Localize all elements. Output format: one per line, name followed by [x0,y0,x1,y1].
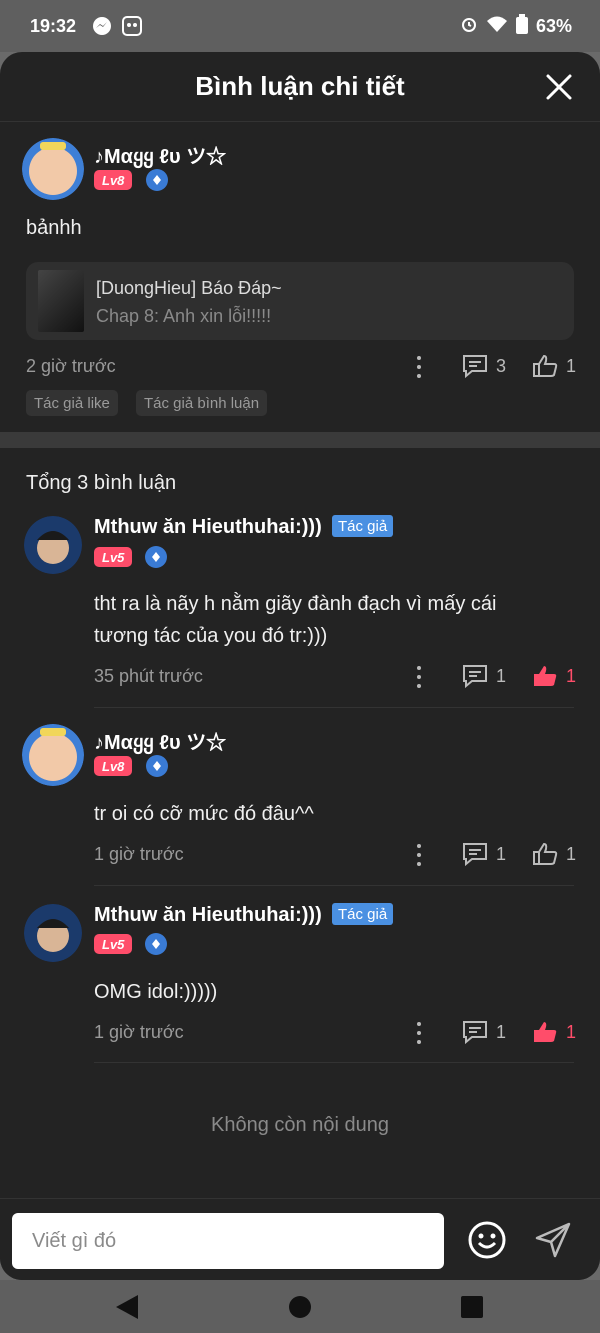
comment-text: tr oi có cỡ mức đó đâu^^ [94,803,314,825]
comment-icon [463,665,487,688]
comment-time: 1 giờ trước [94,844,184,864]
avatar[interactable] [24,904,82,962]
like-count: 1 [566,1021,577,1042]
status-bar: 19:32 63% [0,0,600,52]
commenter-name[interactable]: ♪Mαყყ ℓυ ツ☆ [94,726,226,755]
reply-count: 1 [496,1021,507,1042]
more-options-icon[interactable] [416,356,422,378]
more-options-icon[interactable] [416,844,422,866]
reply-button[interactable]: 3 [462,354,506,378]
reply-button[interactable]: 1 [462,842,506,866]
total-comments-label: Tổng 3 bình luận [26,472,177,494]
battery-icon [515,13,528,39]
home-icon[interactable] [288,1295,312,1319]
author-tag: Tác giả [332,515,394,537]
comment-icon [463,843,487,866]
commenter-name[interactable]: Mthuw ăn Hieuthuhai:))) [94,904,322,927]
battery-percent: 63% [535,15,572,36]
back-icon[interactable] [114,1293,140,1321]
status-time: 19:32 [30,15,77,36]
comment-icon [463,355,487,378]
chapter-thumbnail [38,270,84,332]
section-divider [0,432,600,448]
like-button[interactable]: 1 [532,354,576,378]
commenter-name[interactable]: ♪Mαყყ ℓυ ツ☆ [94,140,226,169]
reply-separator [94,707,574,708]
more-options-icon[interactable] [416,1022,422,1044]
like-button[interactable]: 1 [532,842,576,866]
level-badge: Lv8 [94,170,133,190]
messenger-icon [92,16,112,36]
close-icon[interactable] [544,72,574,102]
comment-time: 35 phút trước [94,666,203,686]
comment-text-line2: tương tác của you đó tr:))) [94,625,328,647]
thumbs-up-filled-icon [534,666,557,686]
chapter-reference-card[interactable]: [DuongHieu] Báo Đáp~ Chap 8: Anh xin lỗi… [26,262,574,340]
reference-subtitle: Chap 8: Anh xin lỗi!!!!! [96,306,272,326]
reply-separator [94,885,574,886]
reply-button[interactable]: 1 [462,664,506,688]
thumbs-up-filled-icon [534,1022,557,1042]
like-count: 1 [566,665,577,686]
comment-text: bảnhh [26,217,82,239]
comment-text: OMG idol:))))) [94,981,218,1003]
app-notification-icon [122,16,143,36]
level-badge: Lv5 [94,934,133,954]
reply-count: 1 [496,843,507,864]
level-badge: Lv8 [94,756,133,776]
like-button[interactable]: 1 [532,664,576,688]
author-tag: Tác giả [332,903,394,925]
avatar[interactable] [22,138,84,200]
thumbs-up-icon [533,842,558,865]
like-button[interactable]: 1 [532,1020,576,1044]
avatar[interactable] [22,724,84,786]
like-count: 1 [566,843,577,864]
verified-badge-icon [146,755,168,777]
comment-time: 1 giờ trước [94,1022,184,1042]
comment-time: 2 giờ trước [26,356,116,376]
commenter-name[interactable]: Mthuw ăn Hieuthuhai:))) [94,516,322,539]
reply-separator [94,1062,574,1063]
reply-count: 1 [496,665,507,686]
reference-title: [DuongHieu] Báo Đáp~ [96,278,282,298]
verified-badge-icon [145,933,167,955]
comment-composer: Viết gì đó [0,1198,600,1280]
avatar[interactable] [24,516,82,574]
reply-count: 3 [496,355,507,376]
chip-author-comment: Tác giả bình luận [136,390,268,416]
comment-icon [463,1021,487,1044]
sheet-header: Bình luận chi tiết [0,52,600,122]
level-badge: Lv5 [94,547,133,567]
end-of-list-label: Không còn nội dung [211,1114,389,1136]
alarm-icon [460,15,478,38]
reply-button[interactable]: 1 [462,1020,506,1044]
verified-badge-icon [146,169,168,191]
thumbs-up-icon [533,354,558,377]
wifi-icon [486,15,508,38]
more-options-icon[interactable] [416,666,422,688]
verified-badge-icon [145,546,167,568]
send-icon[interactable] [534,1221,572,1259]
comment-text-line1: tht ra là nãy h nằm giãy đành đạch vì mấ… [94,593,497,615]
recents-icon[interactable] [460,1295,484,1319]
comment-input[interactable]: Viết gì đó [12,1213,444,1269]
page-title: Bình luận chi tiết [195,71,405,101]
comment-detail-sheet: Bình luận chi tiết ♪Mαყყ ℓυ ツ☆ Lv8 bảnhh… [0,52,600,1280]
like-count: 1 [566,355,577,376]
emoji-icon[interactable] [468,1221,506,1259]
system-nav-bar [0,1280,600,1333]
chip-author-like: Tác giả like [26,390,118,416]
